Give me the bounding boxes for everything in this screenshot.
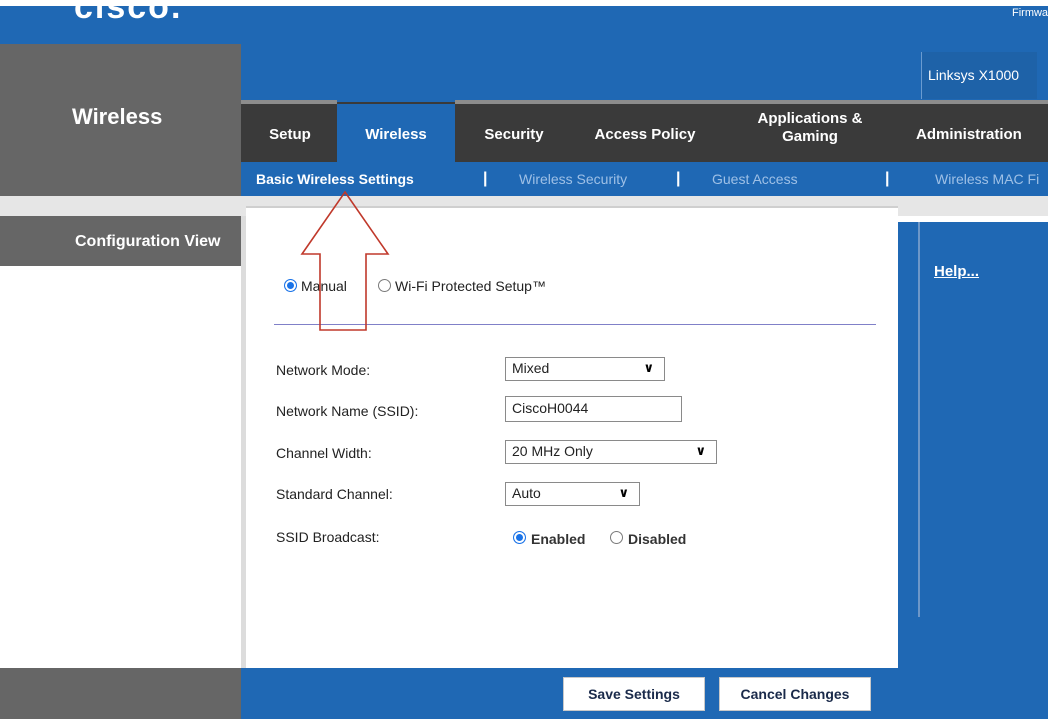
network-mode-label: Network Mode: [276, 362, 371, 378]
subnav-guest-access[interactable]: Guest Access [712, 171, 798, 187]
subnav-wireless-mac-filter[interactable]: Wireless MAC Fi [935, 171, 1039, 187]
ssid-broadcast-enabled-radio[interactable] [513, 531, 526, 544]
subnav-separator: | [676, 170, 681, 187]
tab-setup[interactable]: Setup [258, 126, 322, 143]
help-divider [918, 222, 920, 617]
standard-channel-select[interactable]: Auto ∨ [505, 482, 640, 506]
tab-administration[interactable]: Administration [916, 126, 1048, 143]
annotation-arrow-icon [300, 190, 390, 331]
cisco-logo: cisco. [74, 0, 183, 26]
standard-channel-value: Auto [512, 485, 541, 501]
chevron-down-icon: ∨ [618, 485, 629, 500]
tab-access-policy[interactable]: Access Policy [582, 126, 708, 143]
network-mode-select[interactable]: Mixed ∨ [505, 357, 665, 381]
config-view-label: Configuration View [75, 233, 221, 250]
ssid-input[interactable]: CiscoH0044 [505, 396, 682, 422]
model-name: Linksys X1000 [928, 67, 1020, 83]
subnav-separator: | [483, 170, 488, 187]
page-title: Wireless [72, 104, 163, 129]
help-link[interactable]: Help... [934, 263, 979, 280]
ssid-broadcast-disabled-radio[interactable] [610, 531, 623, 544]
channel-width-select[interactable]: 20 MHz Only ∨ [505, 440, 717, 464]
ssid-broadcast-disabled-label: Disabled [628, 531, 687, 547]
network-mode-value: Mixed [512, 360, 550, 376]
wps-label: Wi-Fi Protected Setup™ [395, 278, 546, 294]
manual-radio[interactable] [284, 279, 297, 292]
cancel-changes-button[interactable]: Cancel Changes [719, 677, 871, 711]
left-footer-panel [0, 668, 241, 719]
ssid-broadcast-enabled-label: Enabled [531, 531, 586, 547]
tab-divider [241, 100, 337, 104]
left-spacer [0, 196, 241, 216]
standard-channel-label: Standard Channel: [276, 486, 393, 502]
chevron-down-icon: ∨ [695, 443, 706, 458]
tab-wireless[interactable]: Wireless [337, 126, 455, 143]
subnav-wireless-security[interactable]: Wireless Security [519, 171, 627, 187]
tab-divider [455, 100, 1048, 104]
subnav-separator: | [885, 170, 890, 187]
help-column [898, 222, 1048, 668]
firmware-label: Firmwa [1012, 7, 1048, 19]
chevron-down-icon: ∨ [643, 360, 654, 375]
channel-width-value: 20 MHz Only [512, 443, 593, 459]
ssid-broadcast-label: SSID Broadcast: [276, 529, 380, 545]
channel-width-label: Channel Width: [276, 445, 372, 461]
ssid-label: Network Name (SSID): [276, 403, 419, 419]
save-settings-button[interactable]: Save Settings [563, 677, 705, 711]
tab-applications-gaming[interactable]: Applications & Gaming [738, 110, 882, 146]
tab-security[interactable]: Security [470, 126, 558, 143]
subnav-basic-wireless-settings[interactable]: Basic Wireless Settings [256, 171, 414, 187]
